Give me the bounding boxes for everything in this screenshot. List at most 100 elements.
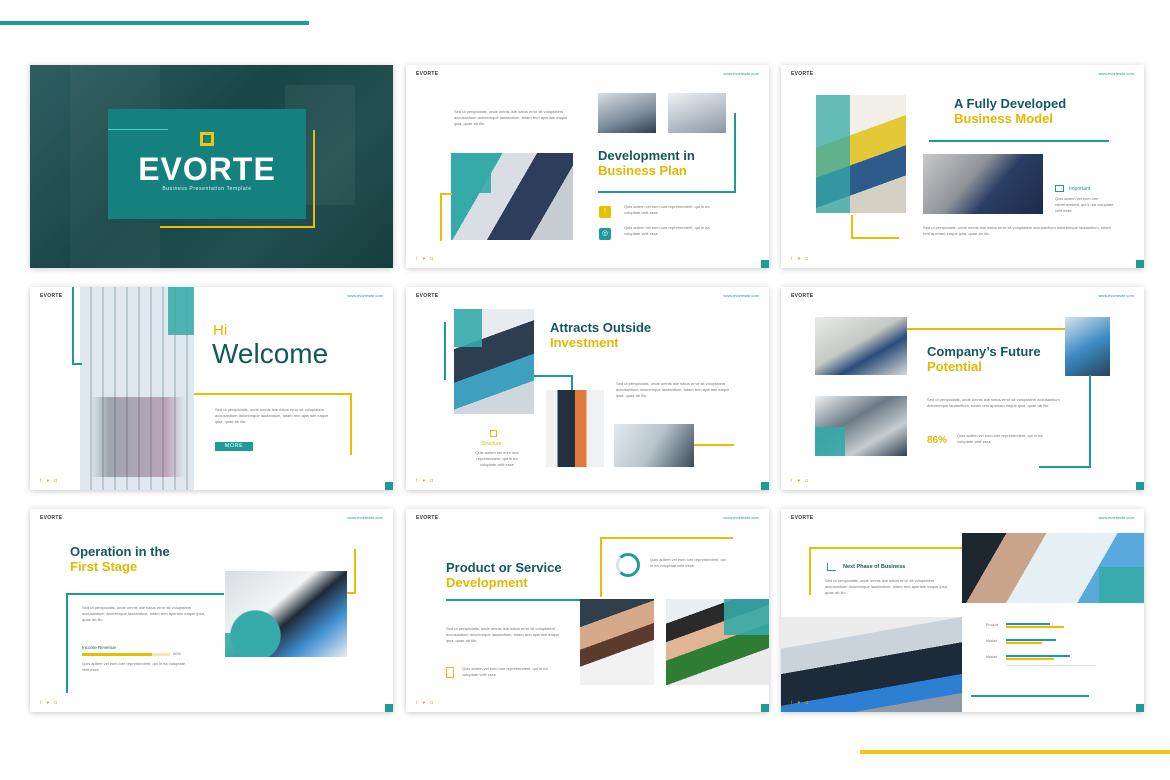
slide-welcome[interactable]: EVORTE www.evortesite.com Hi Welcome Sed… <box>30 287 393 490</box>
point-text: Quis autem vel eum iure reprehenderit, q… <box>624 204 710 215</box>
bar-teal <box>1006 655 1070 657</box>
body-text: Sed ut perspiciatis, unde omnis iste nat… <box>82 605 205 623</box>
bottom-accent-bar <box>860 750 1170 754</box>
social-icons[interactable]: f ♥ ◘ <box>791 700 810 705</box>
corner-marker <box>1136 482 1144 490</box>
brand-url[interactable]: www.evortesite.com <box>1098 293 1134 298</box>
social-icons[interactable]: f ♥ ◘ <box>791 256 810 261</box>
social-icons[interactable]: f ♥ ◘ <box>40 700 59 705</box>
brand-logo: EVORTE <box>416 71 439 77</box>
body-text: Sed ut perspiciatis, unde omnis iste nat… <box>215 407 329 425</box>
bar-yellow <box>1006 658 1054 660</box>
slide-title-accent: Business Model <box>954 110 1053 126</box>
brand-logo: EVORTE <box>791 515 814 521</box>
corner-marker <box>761 260 769 268</box>
brand-url[interactable]: www.evortesite.com <box>1098 71 1134 76</box>
slide-title: Development in <box>598 148 695 163</box>
photo-laptop <box>668 93 726 133</box>
slide-attracts-investment[interactable]: EVORTE www.evortesite.com Attracts Outsi… <box>406 287 769 490</box>
point-text: Quis autem vel eum iure reprehenderit, q… <box>462 666 548 677</box>
bar-teal <box>1006 623 1050 625</box>
target-icon <box>616 553 640 577</box>
corner-marker <box>1136 704 1144 712</box>
bar-label: Market <box>986 655 997 659</box>
point-text: Quis autem vel eum iure reprehenderit, q… <box>624 225 710 236</box>
bar-label: Product <box>986 623 999 627</box>
photo-meeting-room <box>781 617 962 712</box>
bar-label: Income Revenue <box>82 645 117 650</box>
section-title: Next Phase of Business <box>843 564 906 570</box>
social-icons[interactable]: f ♥ ◘ <box>416 700 435 705</box>
slide-title: Company’s Future <box>927 344 1041 359</box>
chart-icon <box>827 563 836 571</box>
slide-title: A Fully Developed <box>954 96 1067 111</box>
bar-yellow <box>1006 642 1042 644</box>
corner-marker <box>385 704 393 712</box>
slide-cover[interactable]: EVORTE Business Presentation Template <box>30 65 393 268</box>
cover-title: EVORTE <box>138 151 276 187</box>
brand-url[interactable]: www.evortesite.com <box>723 293 759 298</box>
top-accent-bar <box>0 21 309 25</box>
slide-next-phase[interactable]: EVORTE www.evortesite.com Next Phase of … <box>781 509 1144 712</box>
social-icons[interactable]: f ♥ ◘ <box>416 478 435 483</box>
photo-handshake-men <box>546 390 604 467</box>
brand-logo: EVORTE <box>791 293 814 299</box>
brand-logo: EVORTE <box>416 293 439 299</box>
slide-product-development[interactable]: EVORTE www.evortesite.com Quis autem vel… <box>406 509 769 712</box>
slide-business-model[interactable]: EVORTE www.evortesite.com A Fully Develo… <box>781 65 1144 268</box>
info-text: Quis autem vel eum iure reprehenderit, q… <box>1055 196 1114 213</box>
slide-development-plan[interactable]: EVORTE www.evortesite.com Sed ut perspic… <box>406 65 769 268</box>
social-icons[interactable]: f ♥ ◘ <box>791 478 810 483</box>
more-button[interactable]: MORE <box>215 442 253 451</box>
brand-url[interactable]: www.evortesite.com <box>347 515 383 520</box>
body-text: Sed ut perspiciatis, unde omnis iste nat… <box>927 397 1060 409</box>
cover-subtitle: Business Presentation Template <box>162 186 252 192</box>
photo-office-desk <box>614 424 694 467</box>
corner-marker <box>761 704 769 712</box>
brand-url[interactable]: www.evortesite.com <box>1098 515 1134 520</box>
photo-man-computer <box>1065 317 1110 376</box>
body-text: Sed ut perspiciatis, unde omnis iste nat… <box>454 109 568 127</box>
brand-logo: EVORTE <box>416 515 439 521</box>
photo-desk-writing <box>815 317 907 375</box>
body-text: Sed ut perspiciatis, unde omnis iste nat… <box>923 225 1111 237</box>
structure-label: Structure <box>481 441 502 447</box>
percent-text: Quis autem vel eum iure reprehenderit, q… <box>957 433 1043 444</box>
slide-future-potential[interactable]: EVORTE www.evortesite.com Company’s Futu… <box>781 287 1144 490</box>
bar-chart: Product Market Market <box>986 619 1116 681</box>
point-text: Quis autem vel eum iure reprehenderit, q… <box>650 557 726 568</box>
brand-url[interactable]: www.evortesite.com <box>723 71 759 76</box>
brand-url[interactable]: www.evortesite.com <box>723 515 759 520</box>
photo-handshake <box>598 93 656 133</box>
brand-url[interactable]: www.evortesite.com <box>347 293 383 298</box>
income-bar-fill <box>82 653 153 656</box>
slide-title-accent: Business Plan <box>598 162 687 178</box>
brand-logo: EVORTE <box>40 293 63 299</box>
slide-title: Product or Service <box>446 560 562 575</box>
body-text: Sed ut perspiciatis, unde omnis iste nat… <box>616 381 730 399</box>
slide-title: Attracts Outside <box>550 320 652 335</box>
slide-title: Operation in the <box>70 544 170 559</box>
bar-teal <box>1006 639 1056 641</box>
slide-title-accent: Potential <box>927 358 982 374</box>
slide-first-stage[interactable]: EVORTE www.evortesite.com Operation in t… <box>30 509 393 712</box>
slide-title-accent: Development <box>446 574 528 590</box>
info-label: Important <box>1069 186 1091 192</box>
body-text: Sed ut perspiciatis, unde omnis iste nat… <box>825 578 948 596</box>
structure-text: Quis autem vel eum iure reprehenderit, q… <box>475 450 519 467</box>
social-icons[interactable]: f ♥ ◘ <box>416 256 435 261</box>
body-text: Sed ut perspiciatis, unde omnis iste nat… <box>446 626 560 644</box>
corner-marker <box>761 482 769 490</box>
point-text: Quis autem vel eum iure reprehenderit, q… <box>82 661 185 672</box>
location-icon: ◎ <box>599 228 611 240</box>
greeting-hi: Hi <box>213 322 228 339</box>
bar-yellow <box>1006 626 1064 628</box>
document-icon <box>446 667 454 678</box>
social-icons[interactable]: f ♥ ◘ <box>40 478 59 483</box>
slide-title-accent: Investment <box>550 334 619 350</box>
corner-marker <box>385 482 393 490</box>
bar-label: Market <box>986 639 997 643</box>
income-bar-track <box>82 653 170 656</box>
corner-marker <box>1136 260 1144 268</box>
slide-title-accent: First Stage <box>70 558 138 574</box>
